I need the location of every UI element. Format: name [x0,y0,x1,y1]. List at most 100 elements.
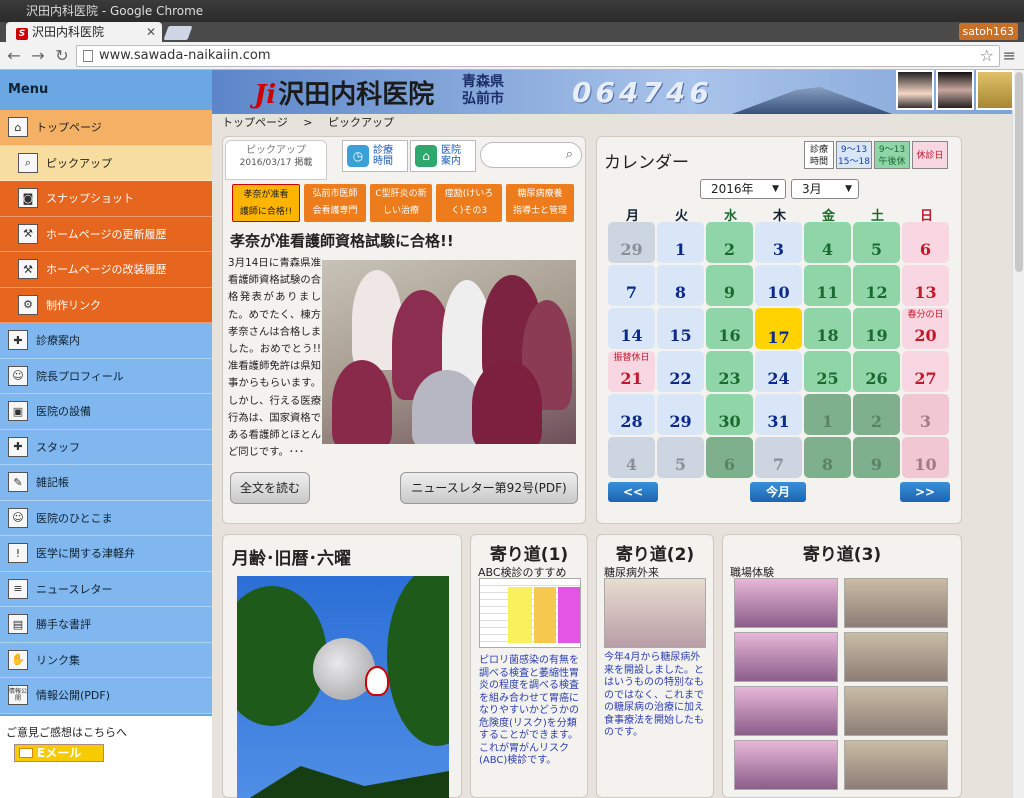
calendar-day[interactable]: 春分の日 20 [902,308,949,349]
month-select[interactable]: 3月 ▼ [791,179,859,199]
sidebar-item-5[interactable]: ⚒ ホームページの改装履歴 [0,252,212,288]
calendar-day[interactable]: 14 [608,308,655,349]
calendar-day[interactable]: 28 [608,394,655,435]
hours-button[interactable]: ◷ 診療 時間 [342,140,408,172]
search-input[interactable]: ⌕ [480,142,582,168]
sidebar-item-6[interactable]: ⚙ 制作リンク [0,287,212,323]
guide-button[interactable]: ⌂ 医院 案内 [410,140,476,172]
topic-tag-4[interactable]: 痙励(けいろ く)その3 [436,184,502,222]
calendar-day[interactable]: 29 [657,394,704,435]
sidebar-item-1[interactable]: ⌂ トップページ [0,110,212,146]
calendar-day[interactable]: 29 [608,222,655,263]
calendar-day[interactable]: 8 [804,437,851,478]
year-select[interactable]: 2016年 ▼ [700,179,786,199]
sidebar-item-4[interactable]: ⚒ ホームページの更新履歴 [0,216,212,252]
sidebar-item-2[interactable]: ⌕ ピックアップ [0,145,212,181]
scrollbar[interactable] [1012,70,1024,798]
calendar-day[interactable]: 12 [853,265,900,306]
calendar-day[interactable]: 振替休日 21 [608,351,655,392]
topic-tag-1[interactable]: 孝奈が准看 護師に合格!! [232,184,300,222]
browser-tab[interactable]: S 沢田内科医院 ✕ [6,22,162,42]
pickup-tab[interactable]: ピックアップ 2016/03/17 掲載 [225,140,327,180]
abc-table-image[interactable] [479,578,581,648]
calendar-day[interactable]: 26 [853,351,900,392]
this-month-button[interactable]: 今月 [750,482,806,502]
calendar-day[interactable]: 11 [804,265,851,306]
email-button[interactable]: Eメール [14,744,104,762]
next-month-button[interactable]: >> [900,482,950,502]
work-experience-photo[interactable] [844,578,948,628]
topic-tag-2[interactable]: 弘前市医師 会看護専門 [304,184,366,222]
calendar-day[interactable]: 8 [657,265,704,306]
calendar-day[interactable]: 19 [853,308,900,349]
work-experience-photo[interactable] [734,740,838,790]
sidebar-item-14[interactable]: ≡ ニュースレター [0,571,212,607]
site-logo[interactable]: Ji沢田内科医院 [254,74,434,111]
calendar-day[interactable]: 16 [706,308,753,349]
yorimichi3-title[interactable]: 寄り道(3) [722,540,962,565]
calendar-day[interactable]: 18 [804,308,851,349]
calendar-day[interactable]: 1 [657,222,704,263]
sidebar-item-7[interactable]: ✚ 診療案内 [0,323,212,359]
sidebar-item-9[interactable]: ▣ 医院の設備 [0,394,212,430]
tab-close-icon[interactable]: ✕ [146,22,156,42]
yorimichi2-title[interactable]: 寄り道(2) [596,540,714,565]
breadcrumb-home[interactable]: トップページ [222,116,288,129]
chrome-menu-icon[interactable]: ≡ [1003,46,1016,65]
prev-month-button[interactable]: << [608,482,658,502]
work-experience-photo[interactable] [734,632,838,682]
calendar-day[interactable]: 15 [657,308,704,349]
calendar-day[interactable]: 6 [706,437,753,478]
work-experience-photo[interactable] [844,740,948,790]
sidebar-item-15[interactable]: ▤ 勝手な書評 [0,607,212,643]
calendar-day[interactable]: 2 [706,222,753,263]
address-bar[interactable]: www.sawada-naikaiin.com [76,45,1000,67]
yorimichi1-title[interactable]: 寄り道(1) [470,540,588,565]
profile-button[interactable]: satoh163 [958,23,1018,40]
calendar-day[interactable]: 24 [755,351,802,392]
sidebar-item-13[interactable]: ! 医学に関する津軽弁 [0,536,212,572]
sidebar-item-12[interactable]: ☺ 医院のひとこま [0,500,212,536]
calendar-day[interactable]: 27 [902,351,949,392]
work-experience-photo[interactable] [844,632,948,682]
calendar-day[interactable]: 10 [755,265,802,306]
diabetes-staff-photo[interactable] [604,578,706,648]
calendar-day[interactable]: 5 [853,222,900,263]
scrollbar-thumb[interactable] [1015,72,1023,272]
reload-icon[interactable]: ↻ [52,46,72,66]
calendar-day[interactable]: 31 [755,394,802,435]
calendar-day[interactable]: 7 [608,265,655,306]
calendar-day[interactable]: 25 [804,351,851,392]
calendar-day[interactable]: 2 [853,394,900,435]
calendar-day[interactable]: 13 [902,265,949,306]
work-experience-photo[interactable] [734,578,838,628]
calendar-day[interactable]: 9 [853,437,900,478]
calendar-day[interactable]: 30 [706,394,753,435]
calendar-day[interactable]: 4 [804,222,851,263]
sidebar-item-3[interactable]: ◙ スナップショット [0,181,212,217]
sidebar-item-10[interactable]: ✚ スタッフ [0,429,212,465]
read-more-button[interactable]: 全文を読む [230,472,310,504]
calendar-day[interactable]: 4 [608,437,655,478]
calendar-day[interactable]: 6 [902,222,949,263]
calendar-day[interactable]: 10 [902,437,949,478]
calendar-day[interactable]: 1 [804,394,851,435]
calendar-day[interactable]: 7 [755,437,802,478]
calendar-day[interactable]: 3 [902,394,949,435]
calendar-day[interactable]: 17 [755,308,802,349]
topic-tag-3[interactable]: C型肝炎の新 しい治療 [370,184,432,222]
bookmark-star-icon[interactable]: ☆ [980,46,994,65]
calendar-day[interactable]: 23 [706,351,753,392]
sidebar-item-8[interactable]: ☺ 院長プロフィール [0,358,212,394]
new-tab-button[interactable] [163,26,193,40]
calendar-day[interactable]: 3 [755,222,802,263]
back-icon[interactable]: ← [4,46,24,66]
forward-icon[interactable]: → [28,46,48,66]
work-experience-photo[interactable] [734,686,838,736]
sidebar-item-17[interactable]: 情報公開 情報公開(PDF) [0,678,212,714]
sidebar-item-11[interactable]: ✎ 雑記帳 [0,465,212,501]
calendar-day[interactable]: 9 [706,265,753,306]
calendar-day[interactable]: 5 [657,437,704,478]
calendar-day[interactable]: 22 [657,351,704,392]
newsletter-button[interactable]: ニュースレター第92号(PDF) [400,472,578,504]
